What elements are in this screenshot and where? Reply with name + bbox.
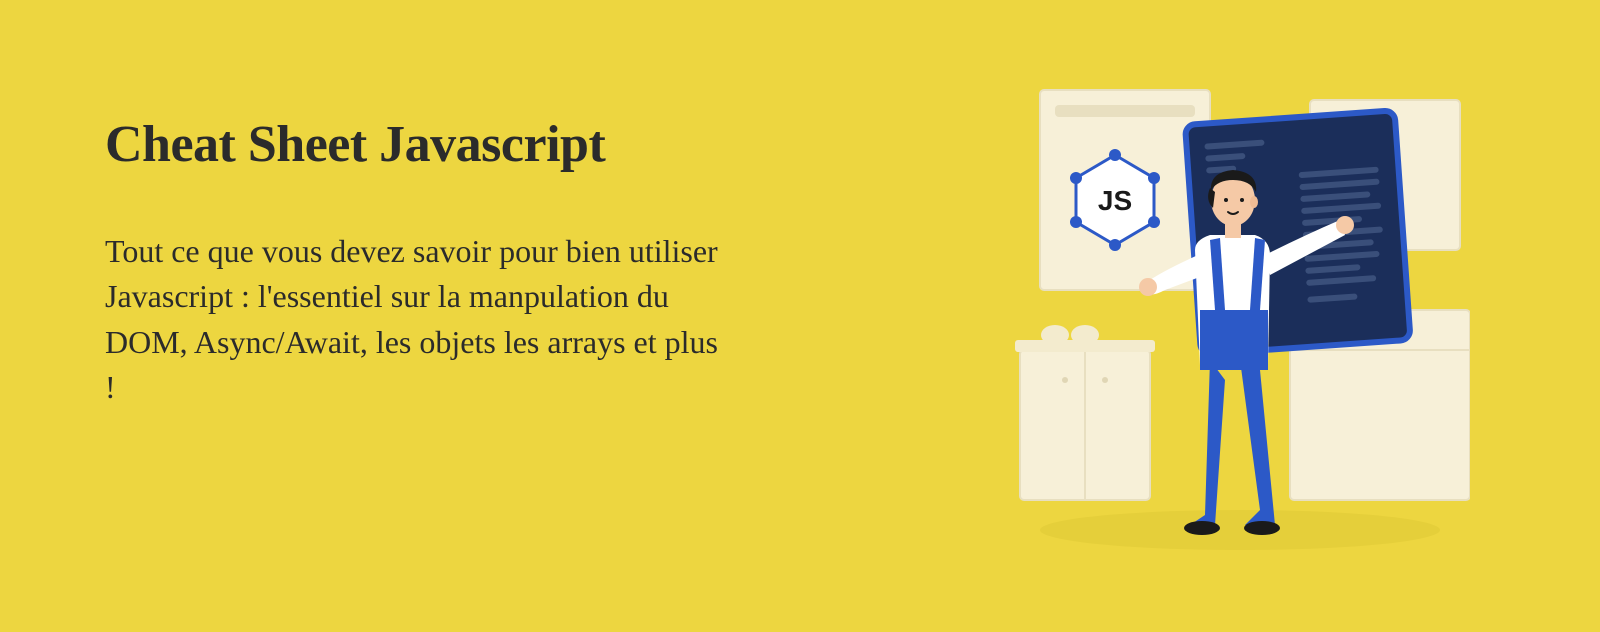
hero-title: Cheat Sheet Javascript [105,115,725,174]
hero-description: Tout ce que vous devez savoir pour bien … [105,229,725,411]
js-badge-text: JS [1098,185,1132,216]
hero-illustration: JS [1010,80,1470,560]
